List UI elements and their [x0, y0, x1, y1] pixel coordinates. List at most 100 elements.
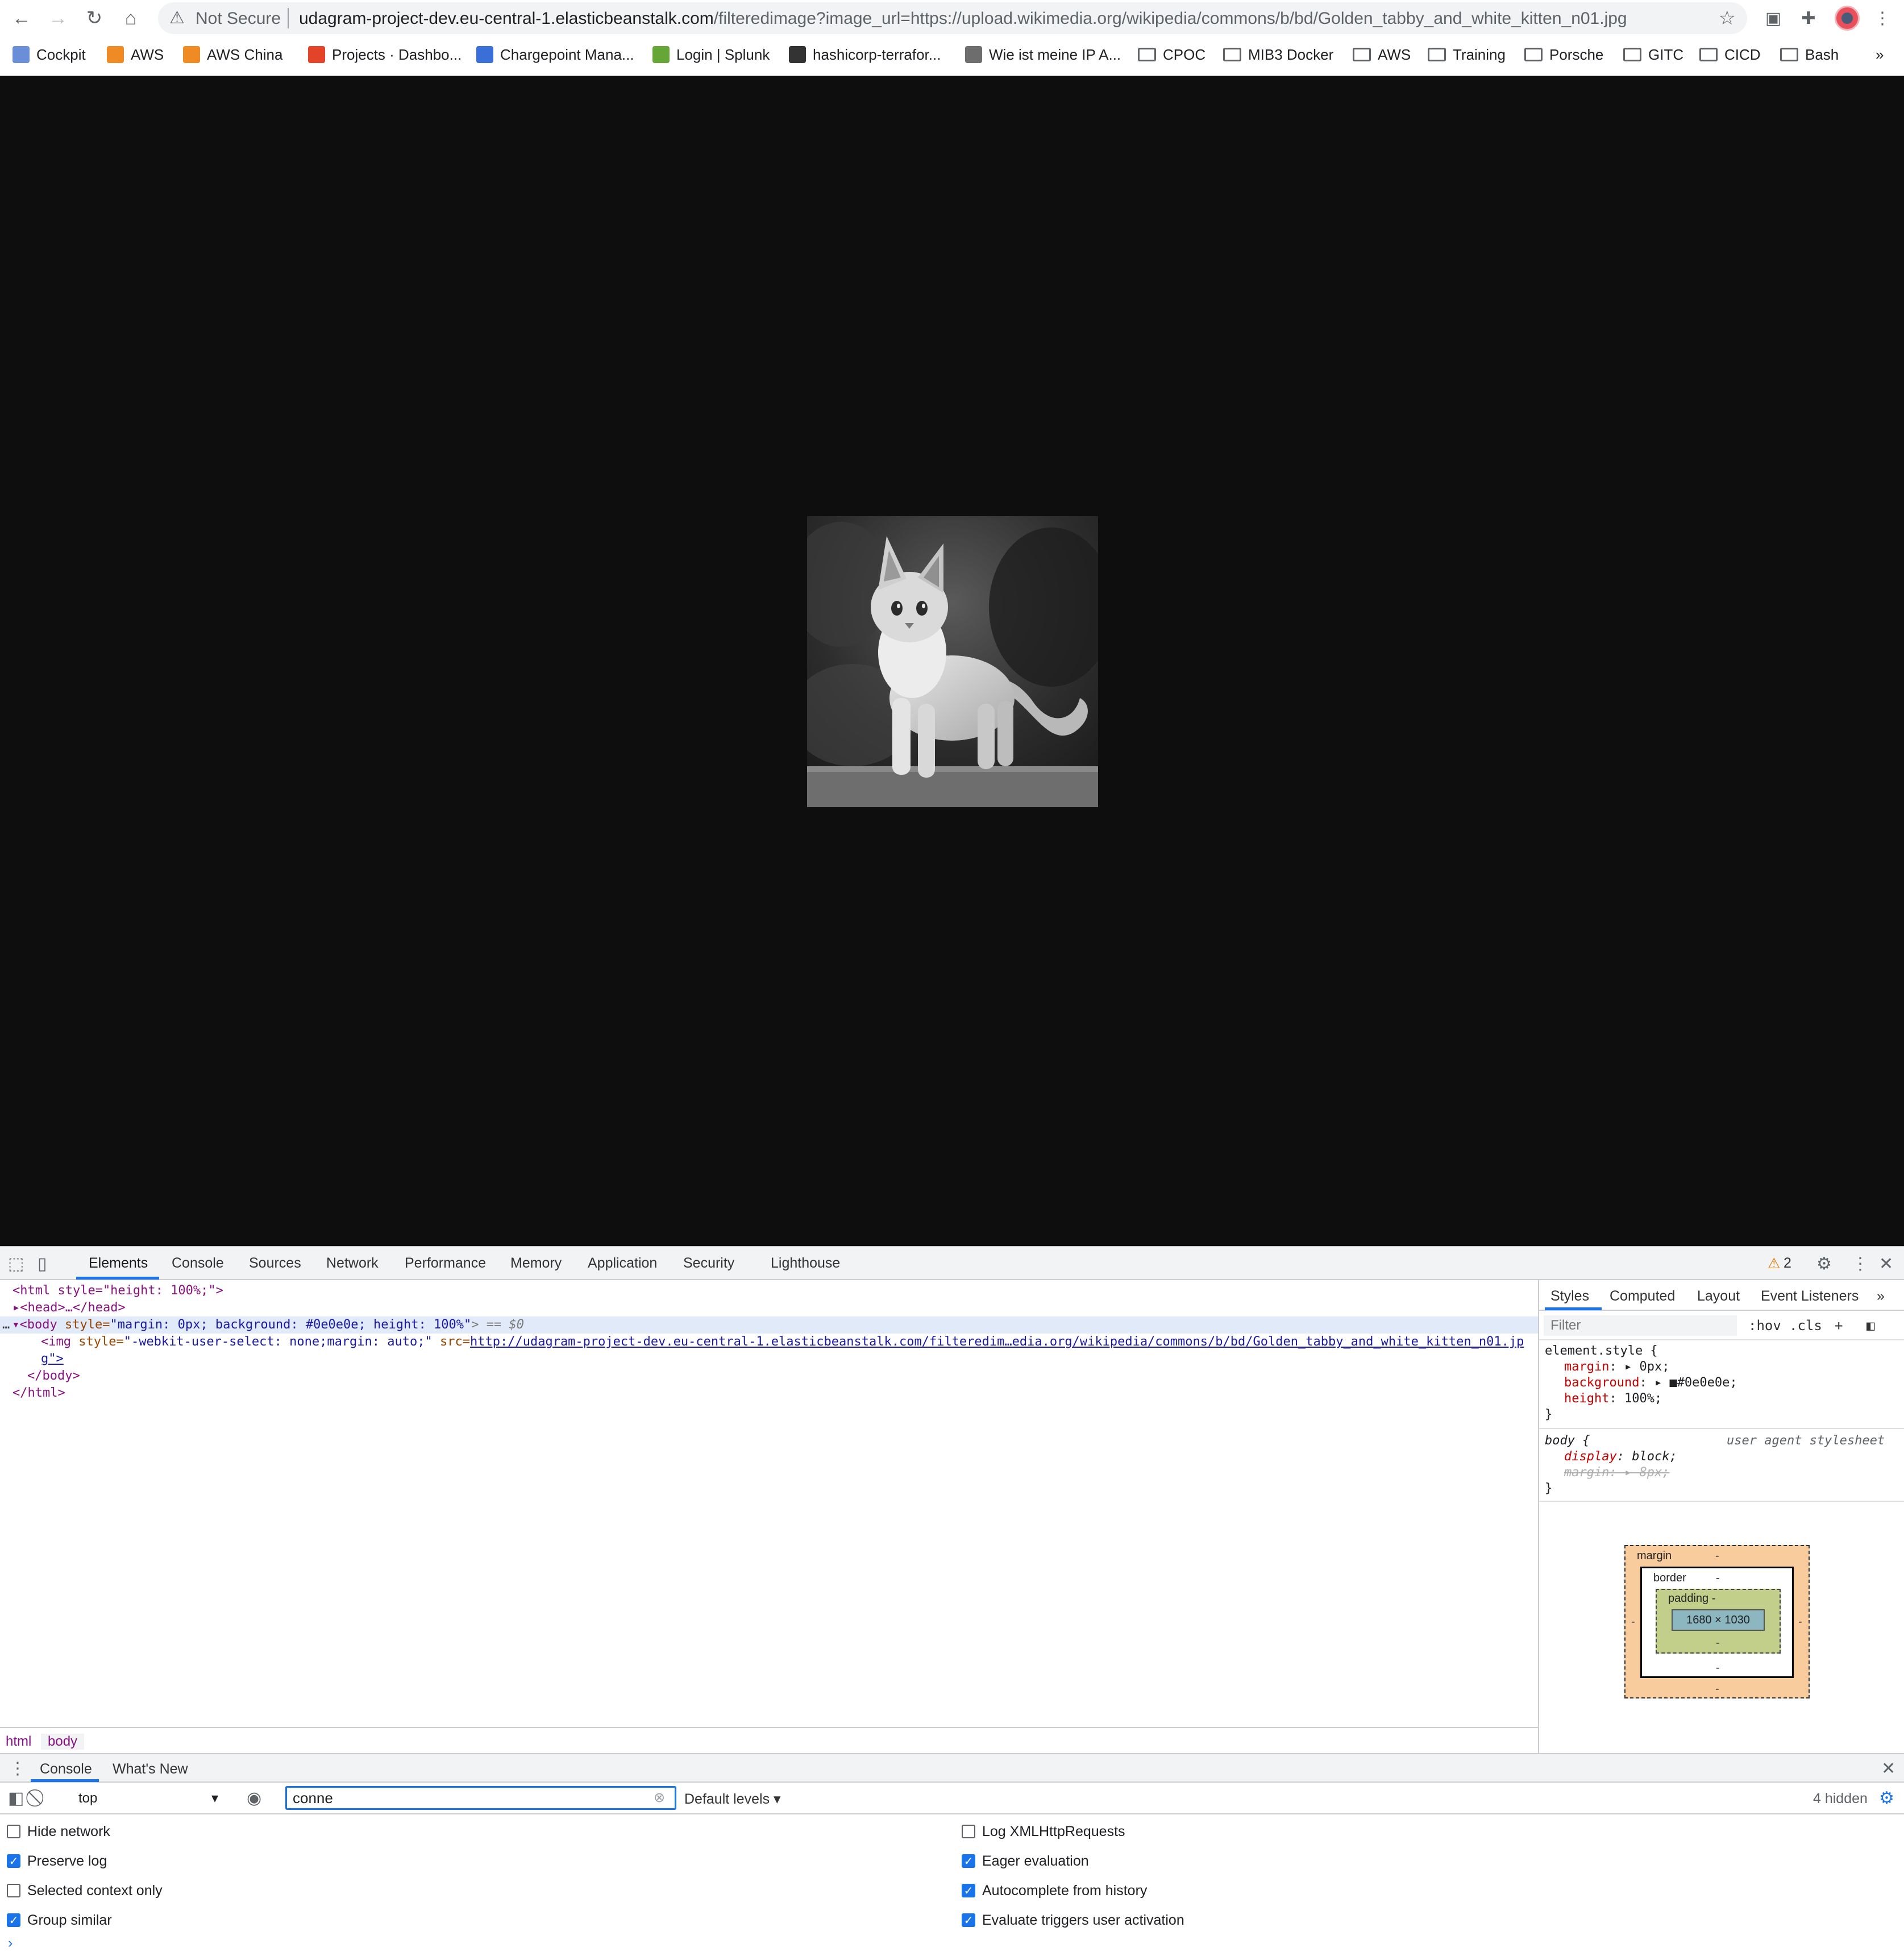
bookmark-login-splunk[interactable]: Login | Splunk [652, 42, 770, 67]
tab-elements[interactable]: Elements [89, 1255, 148, 1272]
dom-node-html[interactable]: <html style="height: 100%;"> [13, 1282, 223, 1299]
bookmark-cockpit[interactable]: Cockpit [13, 42, 86, 67]
profile-avatar[interactable] [1835, 6, 1860, 31]
cls-toggle[interactable]: .cls [1789, 1318, 1822, 1334]
reload-icon[interactable]: ↻ [80, 3, 109, 33]
breadcrumb-html[interactable]: html [6, 1734, 31, 1750]
forward-icon[interactable]: → [43, 3, 73, 33]
bookmark-training[interactable]: Training [1428, 42, 1506, 67]
setting-autocomplete-from-history[interactable]: ✓ Autocomplete from history [962, 1879, 1147, 1902]
checkbox[interactable]: ✓ [962, 1913, 975, 1927]
tab-console[interactable]: Console [172, 1255, 224, 1272]
tab-network[interactable]: Network [326, 1255, 379, 1272]
drawer-tab-whats-new[interactable]: What's New [113, 1761, 188, 1777]
back-icon[interactable]: ← [7, 3, 36, 33]
console-filter-input[interactable] [285, 1786, 676, 1810]
clear-filter-icon[interactable]: ⊗ [654, 1789, 665, 1806]
setting-evaluate-triggers-user-activation[interactable]: ✓ Evaluate triggers user activation [962, 1909, 1184, 1932]
bookmark-star-icon[interactable]: ☆ [1719, 7, 1736, 30]
more-tabs-icon[interactable]: » [1877, 1288, 1885, 1305]
checkbox[interactable]: ✓ [962, 1884, 975, 1897]
home-icon[interactable]: ⌂ [116, 3, 145, 33]
setting-log-xmlhttprequests[interactable]: Log XMLHttpRequests [962, 1820, 1125, 1843]
checkbox[interactable]: ✓ [7, 1913, 20, 1927]
bookmark-cicd[interactable]: CICD [1699, 42, 1761, 67]
toggle-sidebar-icon[interactable]: ◧ [1866, 1318, 1874, 1334]
url-text[interactable]: udagram-project-dev.eu-central-1.elastic… [299, 9, 1627, 28]
log-levels-dropdown[interactable]: Default levels ▾ [684, 1791, 781, 1808]
close-drawer-icon[interactable]: ✕ [1881, 1759, 1895, 1779]
tab-computed[interactable]: Computed [1610, 1288, 1675, 1305]
address-bar[interactable]: ⚠ Not Secure udagram-project-dev.eu-cent… [158, 2, 1747, 34]
close-devtools-icon[interactable]: ✕ [1879, 1254, 1893, 1274]
checkbox[interactable] [962, 1825, 975, 1838]
bookmark-aws-china[interactable]: AWS China [183, 42, 282, 67]
tab-styles[interactable]: Styles [1550, 1288, 1589, 1305]
menu-kebab-icon[interactable]: ⋮ [1870, 6, 1895, 31]
styles-filter-input[interactable] [1544, 1315, 1737, 1336]
device-toolbar-icon[interactable]: ▯ [38, 1254, 47, 1274]
live-expression-eye-icon[interactable]: ◉ [247, 1788, 261, 1808]
img-src-link[interactable]: http://udagram-project-dev.eu-central-1.… [470, 1335, 1524, 1349]
settings-gear-icon[interactable]: ⚙ [1816, 1254, 1832, 1274]
checkbox[interactable]: ✓ [962, 1854, 975, 1868]
warning-icon[interactable]: ⚠ [1768, 1255, 1780, 1272]
tab-performance[interactable]: Performance [405, 1255, 486, 1272]
checkbox[interactable] [7, 1884, 20, 1897]
more-icon[interactable]: … [2, 1318, 10, 1332]
tab-layout[interactable]: Layout [1697, 1288, 1740, 1305]
bookmark-projects-dashbo[interactable]: Projects · Dashbo... [308, 42, 462, 67]
dom-node-body-selected[interactable]: … ▾<body style="margin: 0px; background: … [0, 1316, 1538, 1334]
setting-group-similar[interactable]: ✓ Group similar [7, 1909, 112, 1932]
prop-background[interactable]: background: ▸ ■#0e0e0e; [1564, 1376, 1737, 1390]
box-model-content[interactable]: 1680 × 1030 [1672, 1609, 1765, 1631]
setting-eager-evaluation[interactable]: ✓ Eager evaluation [962, 1850, 1089, 1872]
tab-security[interactable]: Security [683, 1255, 734, 1272]
checkbox[interactable]: ✓ [7, 1854, 20, 1868]
drawer-tab-console[interactable]: Console [40, 1761, 92, 1777]
bookmark-cpoc[interactable]: CPOC [1138, 42, 1205, 67]
dom-node-body-close[interactable]: </body> [27, 1368, 80, 1385]
show-sidebar-icon[interactable]: ◧ [8, 1788, 24, 1808]
drawer-menu-icon[interactable]: ⋮ [9, 1759, 26, 1779]
warnings-count[interactable]: 2 [1784, 1255, 1791, 1272]
bookmark-aws[interactable]: AWS [107, 42, 164, 67]
cast-icon[interactable]: ▣ [1761, 6, 1786, 31]
dom-node-head[interactable]: ▸<head>…</head> [13, 1299, 126, 1316]
tab-memory[interactable]: Memory [510, 1255, 562, 1272]
setting-hide-network[interactable]: Hide network [7, 1820, 110, 1843]
add-rule-icon[interactable]: + [1835, 1318, 1843, 1334]
setting-selected-context-only[interactable]: Selected context only [7, 1879, 163, 1902]
extensions-icon[interactable]: ✚ [1796, 6, 1821, 31]
prop-margin[interactable]: margin: ▸ 0px; [1564, 1360, 1669, 1374]
tab-application[interactable]: Application [588, 1255, 657, 1272]
inspect-element-icon[interactable]: ⬚ [8, 1254, 24, 1274]
bookmark-chargepoint-mana[interactable]: Chargepoint Mana... [476, 42, 634, 67]
expand-arrow-icon[interactable]: ▸ [13, 1301, 20, 1315]
breadcrumb-body[interactable]: body [41, 1734, 85, 1750]
bookmark-gitc[interactable]: GITC [1623, 42, 1683, 67]
tab-lighthouse[interactable]: Lighthouse [771, 1255, 840, 1272]
console-prompt[interactable]: › [8, 1935, 13, 1951]
dom-tree[interactable]: <html style="height: 100%;"> ▸<head>…</h… [0, 1280, 1538, 1727]
tab-sources[interactable]: Sources [249, 1255, 301, 1272]
hov-toggle[interactable]: :hov [1748, 1318, 1781, 1334]
kitten-image[interactable] [807, 516, 1098, 807]
dom-node-html-close[interactable]: </html> [13, 1385, 65, 1402]
devtools-menu-icon[interactable]: ⋮ [1852, 1254, 1869, 1274]
dom-node-img[interactable]: <img style="-webkit-user-select: none;ma… [41, 1334, 1524, 1351]
bookmark-porsche[interactable]: Porsche [1524, 42, 1603, 67]
setting-preserve-log[interactable]: ✓ Preserve log [7, 1850, 107, 1872]
prop-height[interactable]: height: 100%; [1564, 1392, 1662, 1406]
console-settings-gear-icon[interactable]: ⚙ [1879, 1788, 1894, 1808]
tab-event-listeners[interactable]: Event Listeners [1761, 1288, 1859, 1305]
bookmark-mib3-docker[interactable]: MIB3 Docker [1223, 42, 1333, 67]
bookmark-aws[interactable]: AWS [1353, 42, 1411, 67]
collapse-arrow-icon[interactable]: ▾ [12, 1318, 19, 1332]
bookmark-bash[interactable]: Bash [1780, 42, 1839, 67]
bookmark-wie-ist-meine-ip-a[interactable]: Wie ist meine IP A... [965, 42, 1121, 67]
more-bookmarks-icon[interactable]: » [1876, 42, 1884, 67]
checkbox[interactable] [7, 1825, 20, 1838]
context-select[interactable]: top ▾ [73, 1788, 227, 1809]
bookmark-hashicorp-terrafor[interactable]: hashicorp-terrafor... [789, 42, 941, 67]
